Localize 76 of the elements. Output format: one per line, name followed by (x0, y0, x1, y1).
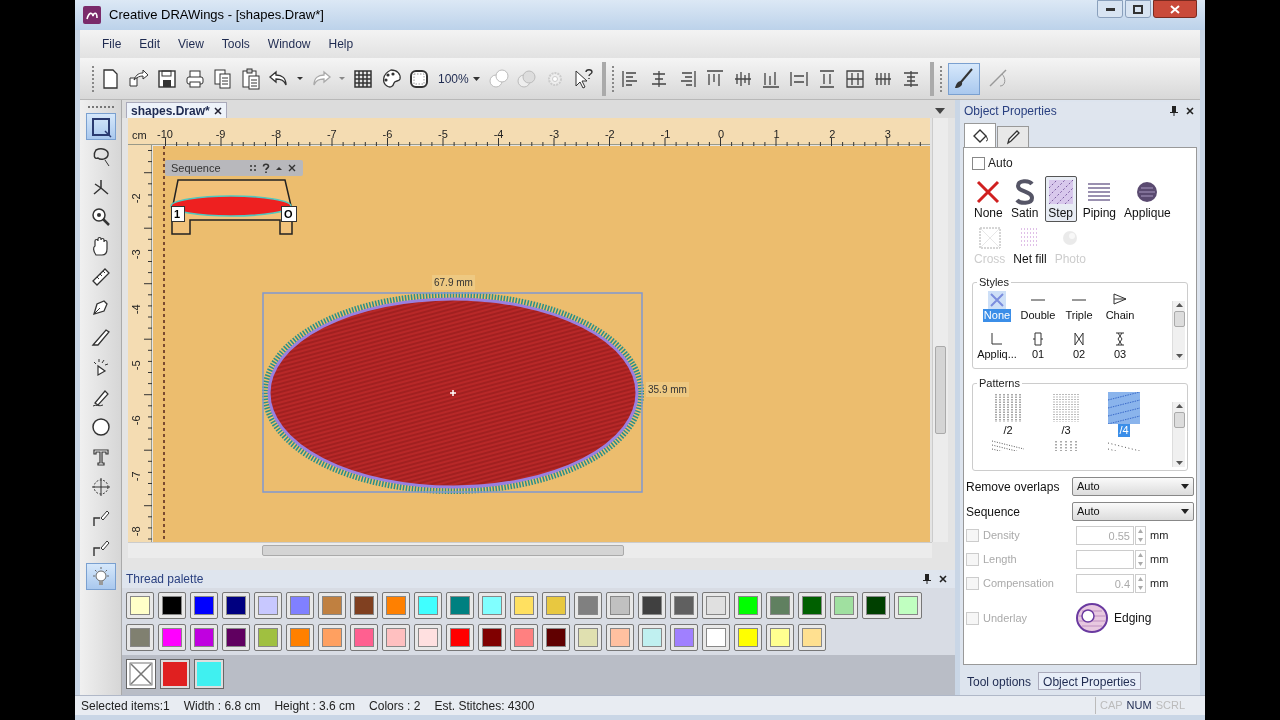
sequence-start-label: 1 (171, 206, 185, 222)
height-dimension-label: 35.9 mm (646, 382, 689, 397)
field-label: Sequence (966, 503, 1022, 521)
checkbox-label: Auto (988, 155, 1013, 172)
status-text: Height : 3.6 cm (274, 697, 356, 715)
ruler-label: -2 (603, 127, 616, 142)
dropdown[interactable]: Auto (1072, 502, 1194, 521)
panel-tab[interactable]: Tool options (962, 672, 1037, 690)
checkbox-label: Underlay (983, 610, 1029, 626)
stitch-type-button[interactable]: Piping (1080, 176, 1119, 222)
style-option[interactable]: Appliq... (977, 329, 1017, 361)
field-label: Density (983, 528, 1021, 544)
ruler-label: -7 (325, 127, 338, 142)
document-tab[interactable]: shapes.Draw* (126, 102, 227, 118)
window-title: Creative DRAWings - [shapes.Draw*] (109, 6, 324, 25)
ruler-label: -5 (128, 359, 143, 370)
sequence-title: Sequence (171, 160, 221, 176)
field-label: Length (983, 552, 1018, 568)
panel-title: Object Properties (964, 103, 1057, 120)
stitch-type-button[interactable]: Satin (1008, 176, 1041, 222)
panel-title: Thread palette (126, 571, 204, 588)
menu-item[interactable]: Help (322, 33, 360, 55)
ruler-label: -6 (128, 415, 143, 426)
style-option[interactable]: 03 (1100, 329, 1140, 361)
ruler-label: -3 (128, 248, 143, 259)
panel-tab[interactable]: Object Properties (1038, 672, 1141, 690)
sequence-end-label: O (281, 206, 297, 222)
style-option[interactable]: 02 (1059, 329, 1099, 361)
unit-label: mm (1150, 552, 1169, 568)
ruler-label: -6 (381, 127, 394, 142)
menu-item[interactable]: View (172, 33, 210, 55)
stitch-type-button[interactable]: Applique (1122, 176, 1173, 222)
menu-item[interactable]: Tools (215, 33, 256, 55)
style-option[interactable]: Double (1018, 290, 1058, 322)
edging-button[interactable]: Edging (1076, 603, 1152, 633)
menu-item[interactable]: File (96, 33, 128, 55)
status-text: Est. Stitches: 4300 (434, 697, 535, 715)
pattern-option[interactable]: /2 (979, 391, 1037, 437)
field-label: Compensation (983, 576, 1055, 592)
field-label: Remove overlaps (966, 478, 1061, 496)
stitch-type-button[interactable]: Step (1044, 176, 1077, 222)
width-dimension-label: 67.9 mm (432, 275, 475, 290)
stitch-type-button[interactable]: Net fill (1011, 222, 1049, 268)
unit-label: mm (1150, 528, 1169, 544)
ruler-label: -4 (128, 304, 143, 315)
dropdown[interactable]: Auto (1072, 477, 1194, 496)
ruler-label: 1 (772, 127, 781, 142)
menu-item[interactable]: Window (261, 33, 317, 55)
ruler-label: -7 (128, 470, 143, 481)
style-option[interactable]: Triple (1059, 290, 1099, 322)
zoom-dropdown[interactable]: 100% (436, 69, 482, 88)
ruler-label: -4 (492, 127, 505, 142)
ruler-label: -10 (156, 127, 174, 142)
ruler-label: -8 (128, 526, 143, 537)
ruler-label: 2 (828, 127, 837, 142)
ruler-label: -1 (659, 127, 672, 142)
ruler-label: -3 (548, 127, 561, 142)
status-text: Colors : 2 (369, 697, 421, 715)
pattern-option[interactable]: /3 (1037, 391, 1095, 437)
unit-label: mm (1150, 576, 1169, 592)
style-option[interactable]: 01 (1018, 329, 1058, 361)
group-title: Patterns (978, 376, 1021, 391)
ruler-label: -8 (270, 127, 283, 142)
menu-item[interactable]: Edit (133, 33, 167, 55)
ruler-label: 3 (883, 127, 892, 142)
status-text: Selected items:1 (81, 697, 170, 715)
stitch-type-button[interactable]: None (972, 176, 1005, 222)
ruler-label: -2 (128, 193, 143, 204)
ruler-label: -9 (214, 127, 227, 142)
status-text: Width : 6.8 cm (183, 697, 261, 715)
ruler-label: 0 (716, 127, 726, 142)
group-title: Styles (978, 275, 1010, 290)
ruler-unit-label: cm (132, 128, 147, 143)
ruler-label: -5 (437, 127, 449, 142)
key-indicator: NUM (1126, 698, 1152, 714)
style-option[interactable]: Chain (1100, 290, 1140, 322)
